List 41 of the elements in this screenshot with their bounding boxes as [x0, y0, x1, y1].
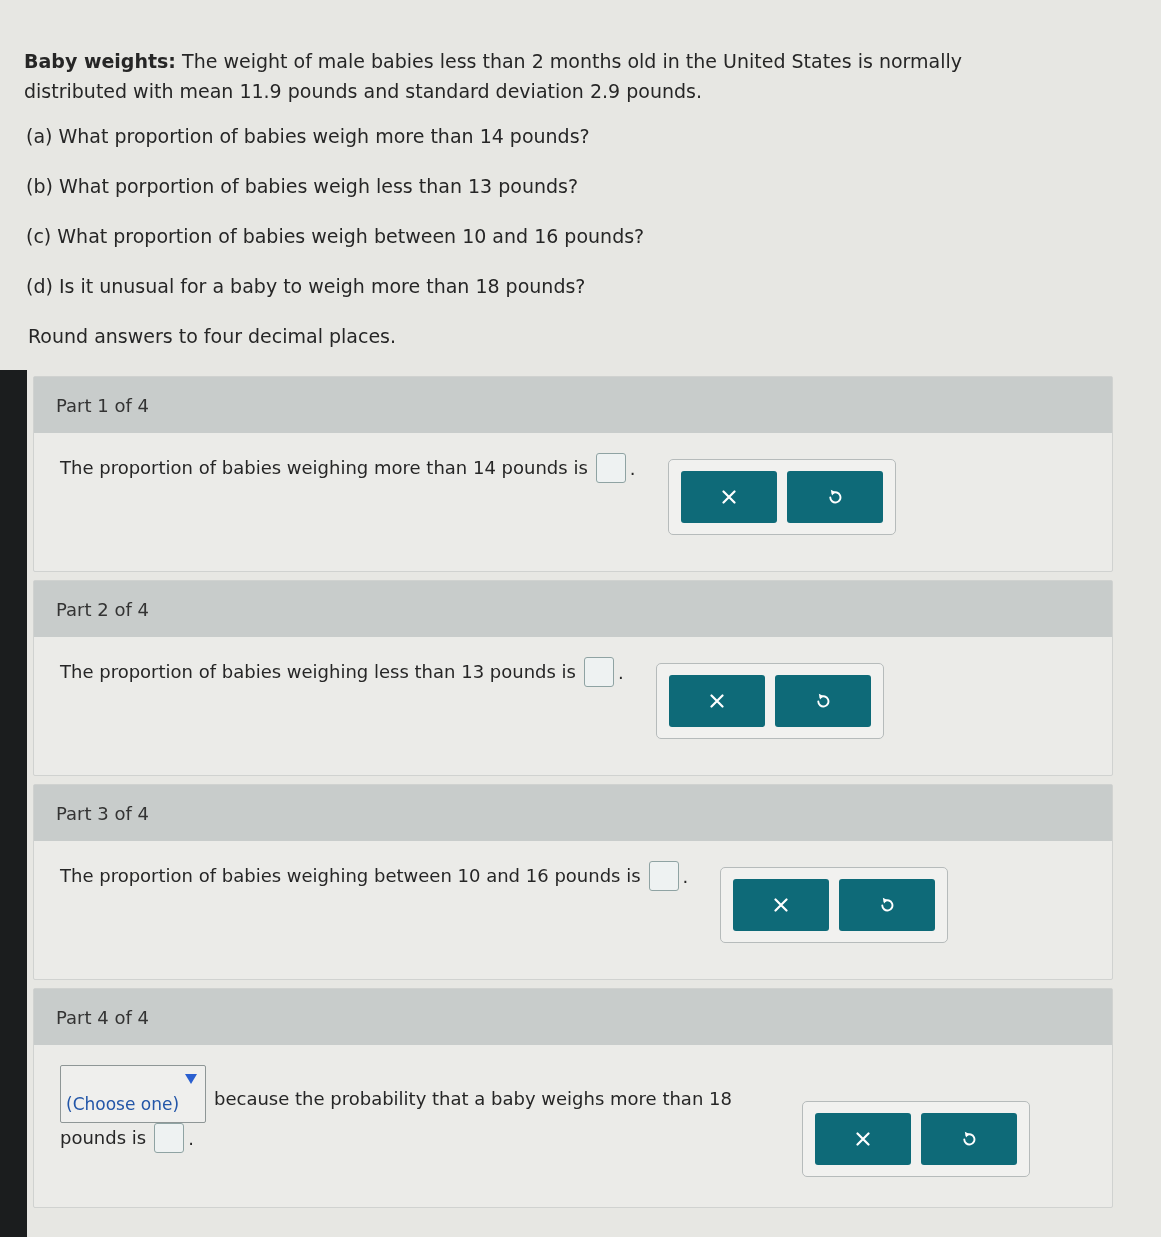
instruction-text: Round answers to four decimal places. [27, 324, 398, 348]
clear-button[interactable] [668, 675, 765, 727]
clear-button[interactable] [814, 1113, 911, 1165]
answer-box[interactable] [583, 657, 614, 687]
part-title: Part 3 of 4 [56, 802, 149, 824]
choice-dropdown[interactable]: (Choose one) [60, 1065, 206, 1123]
answer-box[interactable] [154, 1123, 185, 1153]
answer-box[interactable] [595, 453, 626, 483]
close-icon [709, 694, 724, 708]
reset-button[interactable] [839, 879, 936, 931]
question-text: (b) What porportion of babies weigh less than 13 pounds? [25, 174, 580, 198]
sentence-period: . [188, 1127, 194, 1149]
answer-sentence: pounds is [60, 1126, 147, 1150]
close-icon [721, 490, 736, 504]
answer-box[interactable] [648, 861, 679, 891]
question-text: (a) What proportion of babies weigh more than 14 pounds? [25, 124, 591, 148]
clear-button[interactable] [733, 879, 830, 931]
sentence-period: . [629, 457, 636, 479]
close-icon [855, 1132, 870, 1146]
reset-button[interactable] [774, 675, 871, 727]
question-text: (d) Is it unusual for a baby to weigh more than 18 pounds? [25, 274, 587, 298]
part-title: Part 1 of 4 [56, 394, 149, 416]
undo-icon [815, 693, 830, 709]
sentence-period: . [682, 865, 689, 887]
answer-sentence: The proportion of babies weighing between 10 and 16 pounds is [60, 864, 641, 888]
clear-button[interactable] [680, 471, 777, 523]
problem-statement: Baby weights: The weight of male babies less than 2 months old in the United States is normally distributed with mean 11.9 pounds and standard deviation 2.9 pounds. [24, 49, 964, 104]
question-text: (c) What proportion of babies weigh between 10 and 16 pounds? [25, 224, 646, 248]
answer-sentence: The proportion of babies weighing more than 14 pounds is [60, 456, 588, 480]
caret-icon [185, 1074, 197, 1084]
undo-icon [827, 489, 842, 505]
reset-button[interactable] [920, 1113, 1017, 1165]
sentence-period: . [617, 661, 624, 683]
undo-icon [961, 1131, 976, 1147]
reset-button[interactable] [786, 471, 883, 523]
answer-sentence: The proportion of babies weighing less than 13 pounds is [60, 660, 576, 684]
undo-icon [880, 897, 895, 913]
part-title: Part 4 of 4 [56, 1006, 149, 1028]
close-icon [774, 898, 789, 912]
part-title: Part 2 of 4 [56, 598, 149, 620]
answer-sentence: because the probability that a baby weighs more than 18 [214, 1087, 732, 1111]
